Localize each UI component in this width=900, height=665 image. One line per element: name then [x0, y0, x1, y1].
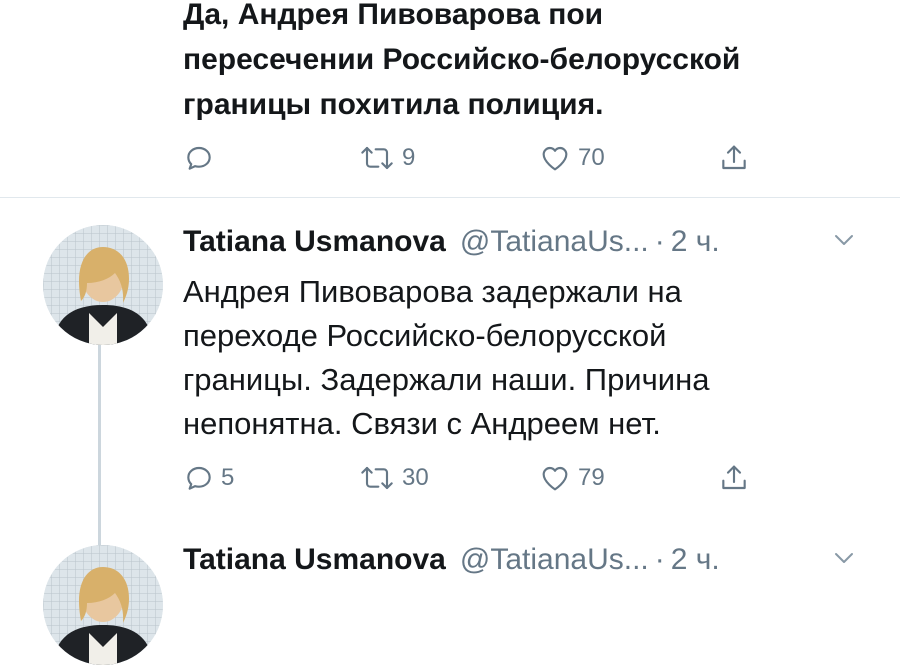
tweet-time[interactable]: 2 ч. [671, 543, 720, 577]
avatar[interactable] [43, 545, 163, 665]
like-count: 70 [578, 144, 605, 171]
separator-dot: · [654, 225, 665, 258]
separator-dot: · [654, 543, 665, 576]
reply-icon [187, 146, 211, 170]
retweet-icon [361, 146, 393, 170]
tweet-divider [0, 197, 900, 198]
avatar[interactable] [43, 225, 163, 345]
author-name[interactable]: Tatiana Usmanova [183, 543, 446, 577]
author-name[interactable]: Tatiana Usmanova [183, 225, 446, 259]
tweet-main-line: непонятна. Связи с Андреем нет. [183, 406, 661, 441]
like-button[interactable]: 70 [538, 138, 605, 178]
chevron-down-icon[interactable] [832, 550, 856, 566]
reply-icon [187, 466, 211, 490]
retweet-button[interactable]: 9 [358, 138, 415, 178]
retweet-count: 9 [402, 144, 416, 171]
tweet-prev-line: Да, Андрея Пивоварова пои [183, 0, 604, 31]
reply-button[interactable]: 5 [183, 458, 234, 498]
retweet-count: 30 [402, 464, 429, 491]
thread-connector-line [98, 345, 101, 545]
like-button[interactable]: 79 [538, 458, 605, 498]
retweet-icon [361, 466, 393, 490]
tweet-main-text: Андрея Пивоварова задержали на переходе … [183, 270, 709, 446]
reply-button[interactable] [183, 138, 221, 178]
share-icon [722, 465, 746, 490]
chevron-down-icon[interactable] [832, 232, 856, 248]
like-count: 79 [578, 464, 605, 491]
tweet-main-line: границы. Задержали наши. Причина [183, 362, 710, 397]
tweet-prev-actions: 9 70 [183, 138, 763, 178]
tweet-main-line: переходе Российско-белорусской [183, 318, 667, 353]
share-button[interactable] [718, 138, 750, 178]
tweet-prev-line: пересечении Российско-белорусской [183, 43, 741, 76]
author-handle[interactable]: @TatianaUs... [460, 543, 649, 577]
share-icon [722, 145, 746, 170]
retweet-button[interactable]: 30 [358, 458, 429, 498]
share-button[interactable] [718, 458, 750, 498]
tweet-header: Tatiana Usmanova @TatianaUs... · 2 ч. [183, 540, 720, 580]
tweet-time[interactable]: 2 ч. [671, 225, 720, 259]
author-handle[interactable]: @TatianaUs... [460, 225, 649, 259]
reply-count: 5 [221, 464, 235, 491]
like-icon [542, 146, 568, 171]
tweet-prev-line: границы похитила полиция. [183, 88, 604, 121]
like-icon [542, 466, 568, 491]
tweet-header: Tatiana Usmanova @TatianaUs... · 2 ч. [183, 222, 720, 262]
tweet-main-line: Андрея Пивоварова задержали на [183, 274, 682, 309]
tweet-prev-text: Да, Андрея Пивоварова пои пересечении Ро… [183, 0, 740, 127]
tweet-main-actions: 5 30 79 [183, 458, 763, 498]
